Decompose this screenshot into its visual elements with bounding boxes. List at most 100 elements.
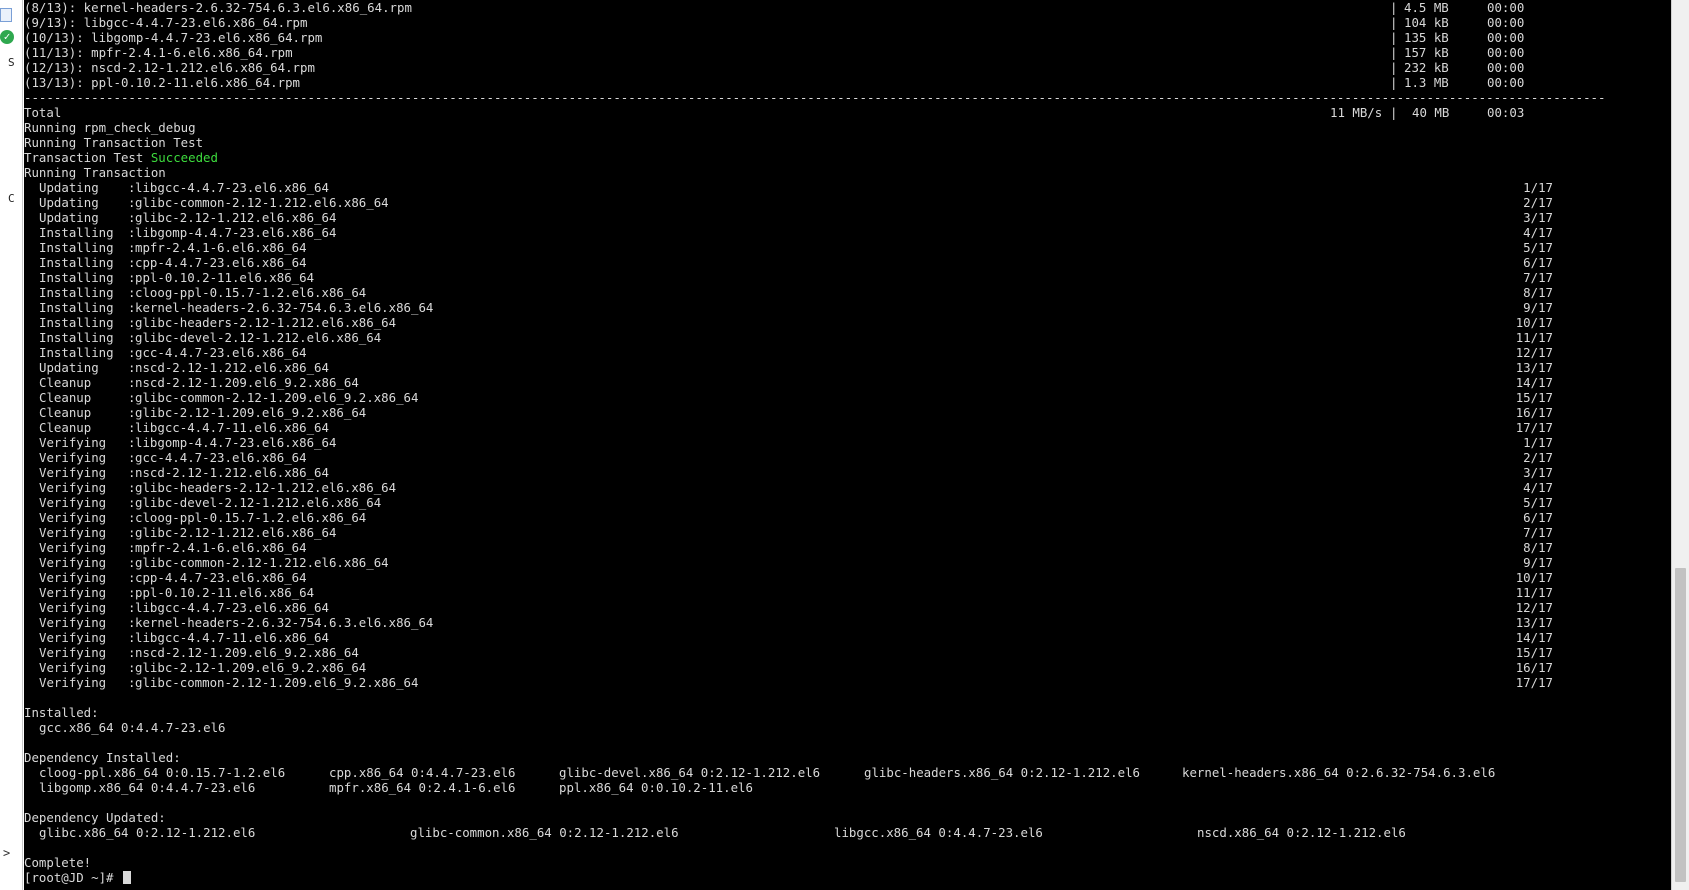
step-action: Cleanup (39, 405, 92, 420)
step-progress: 5/17 (1523, 495, 1553, 510)
step-package: libgcc-4.4.7-11.el6.x86_64 (135, 420, 329, 435)
dep-updated-package: glibc-common.x86_64 0:2.12-1.212.el6 (410, 825, 679, 840)
prompt-line[interactable]: [root@JD ~]# (24, 870, 1671, 885)
step-progress: 13/17 (1515, 615, 1553, 630)
step-package: glibc-2.12-1.209.el6_9.2.x86_64 (135, 405, 367, 420)
step-package: glibc-common-2.12-1.212.el6.x86_64 (135, 555, 389, 570)
status-text: Running Transaction (24, 165, 166, 180)
download-size: 157 kB (1404, 45, 1449, 60)
download-size: 104 kB (1404, 15, 1449, 30)
expand-arrow-icon[interactable]: > (3, 846, 10, 860)
transaction-step: Installing: libgomp-4.4.7-23.el6.x86_64 4/… (24, 225, 1671, 240)
step-package: cloog-ppl-0.15.7-1.2.el6.x86_64 (135, 510, 367, 525)
step-action: Verifying (39, 525, 107, 540)
download-filename: (8/13): kernel-headers-2.6.32-754.6.3.el… (24, 0, 412, 15)
download-time: 00:00 (1487, 60, 1525, 75)
step-package: glibc-2.12-1.212.el6.x86_64 (135, 210, 337, 225)
step-action: Verifying (39, 555, 107, 570)
terminal-scrollbar[interactable] (1671, 0, 1689, 890)
step-progress: 11/17 (1515, 330, 1553, 345)
scrollbar-thumb[interactable] (1675, 568, 1686, 882)
dep-installed-package: mpfr.x86_64 0:2.4.1-6.el6 (329, 780, 516, 795)
dep-installed-package: glibc-headers.x86_64 0:2.12-1.212.el6 (864, 765, 1141, 780)
column-divider: | (1390, 45, 1398, 60)
test-status: Succeeded (150, 150, 218, 165)
step-package: nscd-2.12-1.212.el6.x86_64 (135, 465, 329, 480)
column-divider: | (1390, 0, 1398, 15)
section-header: Dependency Installed: (24, 750, 1671, 765)
step-progress: 3/17 (1523, 210, 1553, 225)
download-filename: (10/13): libgomp-4.4.7-23.el6.x86_64.rpm (24, 30, 323, 45)
dep-installed-package: cloog-ppl.x86_64 0:0.15.7-1.2.el6 (39, 765, 286, 780)
step-package: ppl-0.10.2-11.el6.x86_64 (135, 585, 315, 600)
complete-message: Complete! (24, 855, 92, 870)
separator-dashes: ----------------------------------------… (24, 90, 1606, 105)
step-package: nscd-2.12-1.209.el6_9.2.x86_64 (135, 645, 359, 660)
step-action: Verifying (39, 615, 107, 630)
total-size: 40 MB (1412, 105, 1450, 120)
step-progress: 14/17 (1515, 630, 1553, 645)
terminal-window[interactable]: (8/13): kernel-headers-2.6.32-754.6.3.el… (24, 0, 1671, 890)
transaction-step: Updating: glibc-2.12-1.212.el6.x86_64 3/17 (24, 210, 1671, 225)
installed-package: gcc.x86_64 0:4.4.7-23.el6 (39, 720, 226, 735)
step-progress: 11/17 (1515, 585, 1553, 600)
step-progress: 17/17 (1515, 675, 1553, 690)
total-time: 00:03 (1487, 105, 1525, 120)
step-action: Installing (39, 255, 114, 270)
step-action: Verifying (39, 480, 107, 495)
step-progress: 4/17 (1523, 225, 1553, 240)
step-package: glibc-common-2.12-1.212.el6.x86_64 (135, 195, 389, 210)
step-action: Installing (39, 300, 114, 315)
step-action: Updating (39, 180, 99, 195)
step-package: glibc-devel-2.12-1.212.el6.x86_64 (135, 330, 382, 345)
dep-installed-header: Dependency Installed: (24, 750, 181, 765)
step-package: glibc-devel-2.12-1.212.el6.x86_64 (135, 495, 382, 510)
step-package: ppl-0.10.2-11.el6.x86_64 (135, 270, 315, 285)
transaction-step: Verifying: nscd-2.12-1.212.el6.x86_64 3/17 (24, 465, 1671, 480)
transaction-step: Updating: libgcc-4.4.7-23.el6.x86_64 1/17 (24, 180, 1671, 195)
step-action: Verifying (39, 660, 107, 675)
download-time: 00:00 (1487, 75, 1525, 90)
step-progress: 13/17 (1515, 360, 1553, 375)
transaction-step: Installing: kernel-headers-2.6.32-754.6.3… (24, 300, 1671, 315)
step-progress: 15/17 (1515, 390, 1553, 405)
dep-installed-package: glibc-devel.x86_64 0:2.12-1.212.el6 (559, 765, 821, 780)
step-progress: 2/17 (1523, 450, 1553, 465)
step-progress: 12/17 (1515, 600, 1553, 615)
step-package: cpp-4.4.7-23.el6.x86_64 (135, 570, 307, 585)
step-package: gcc-4.4.7-23.el6.x86_64 (135, 450, 307, 465)
step-action: Verifying (39, 600, 107, 615)
transaction-step: Verifying: glibc-devel-2.12-1.212.el6.x86… (24, 495, 1671, 510)
total-row: Total 11 MB/s | 40 MB 00:03 (24, 105, 1671, 120)
transaction-step: Verifying: glibc-2.12-1.209.el6_9.2.x86_6… (24, 660, 1671, 675)
transaction-step: Cleanup: libgcc-4.4.7-11.el6.x86_64 17/17 (24, 420, 1671, 435)
step-action: Installing (39, 240, 114, 255)
step-action: Installing (39, 225, 114, 240)
transaction-step: Verifying: nscd-2.12-1.209.el6_9.2.x86_64… (24, 645, 1671, 660)
step-action: Updating (39, 195, 99, 210)
step-progress: 10/17 (1515, 570, 1553, 585)
transaction-step: Verifying: ppl-0.10.2-11.el6.x86_64 11/17 (24, 585, 1671, 600)
transaction-step: Updating: glibc-common-2.12-1.212.el6.x86… (24, 195, 1671, 210)
download-size: 4.5 MB (1404, 0, 1449, 15)
step-progress: 7/17 (1523, 525, 1553, 540)
background-window-strip: ✓ S C > (0, 0, 23, 890)
step-progress: 2/17 (1523, 195, 1553, 210)
step-progress: 4/17 (1523, 480, 1553, 495)
shell-prompt: [root@JD ~]# (24, 870, 121, 885)
transaction-step: Cleanup: glibc-2.12-1.209.el6_9.2.x86_64 1… (24, 405, 1671, 420)
transaction-step: Installing: glibc-headers-2.12-1.212.el6.… (24, 315, 1671, 330)
step-package: glibc-2.12-1.209.el6_9.2.x86_64 (135, 660, 367, 675)
transaction-step: Installing: cloog-ppl-0.15.7-1.2.el6.x86_… (24, 285, 1671, 300)
step-package: mpfr-2.4.1-6.el6.x86_64 (135, 240, 307, 255)
transaction-step: Installing: cpp-4.4.7-23.el6.x86_64 6/17 (24, 255, 1671, 270)
step-progress: 12/17 (1515, 345, 1553, 360)
download-time: 00:00 (1487, 0, 1525, 15)
dep-installed-package: cpp.x86_64 0:4.4.7-23.el6 (329, 765, 516, 780)
text-cursor[interactable] (122, 871, 131, 884)
strip-letter: C (8, 192, 15, 205)
step-progress: 6/17 (1523, 510, 1553, 525)
step-package: cpp-4.4.7-23.el6.x86_64 (135, 255, 307, 270)
step-action: Verifying (39, 510, 107, 525)
